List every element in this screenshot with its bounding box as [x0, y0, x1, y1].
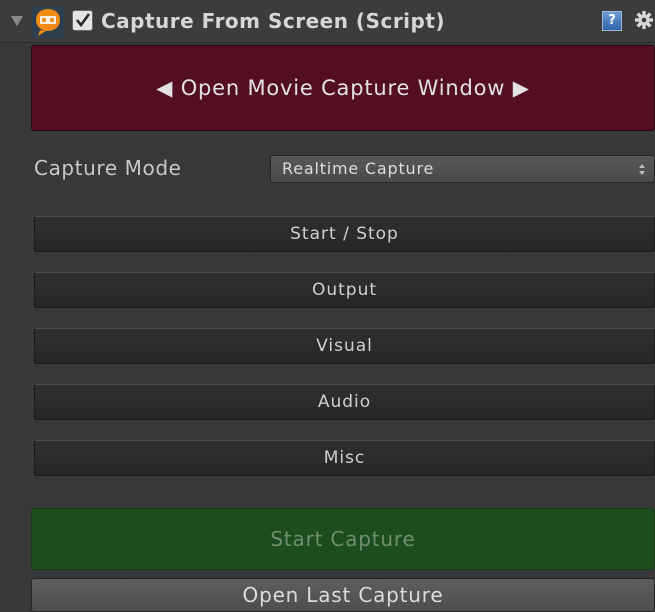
- start-capture-button[interactable]: Start Capture: [31, 508, 655, 570]
- capture-mode-selected-value: Realtime Capture: [282, 159, 435, 178]
- checkmark-icon: [75, 13, 91, 28]
- section-audio-button[interactable]: Audio: [34, 384, 655, 420]
- component-header: Capture From Screen (Script) ?: [0, 0, 655, 43]
- foldout-triangle-icon[interactable]: [11, 16, 23, 26]
- capture-mode-dropdown[interactable]: Realtime Capture: [270, 155, 655, 183]
- section-start-stop-button[interactable]: Start / Stop: [34, 216, 655, 252]
- capture-mode-label: Capture Mode: [34, 156, 182, 180]
- help-icon[interactable]: ?: [602, 11, 622, 31]
- section-misc-button[interactable]: Misc: [34, 440, 655, 476]
- open-last-capture-button[interactable]: Open Last Capture: [31, 578, 655, 612]
- dropdown-arrows-icon: [639, 164, 645, 175]
- section-visual-button[interactable]: Visual: [34, 328, 655, 364]
- section-output-button[interactable]: Output: [34, 272, 655, 308]
- gear-icon[interactable]: [634, 9, 654, 31]
- open-movie-capture-window-button[interactable]: ◀ Open Movie Capture Window ▶: [31, 45, 655, 131]
- movie-capture-logo-icon: [32, 6, 64, 38]
- component-title: Capture From Screen (Script): [101, 9, 446, 33]
- enabled-checkbox[interactable]: [72, 10, 93, 31]
